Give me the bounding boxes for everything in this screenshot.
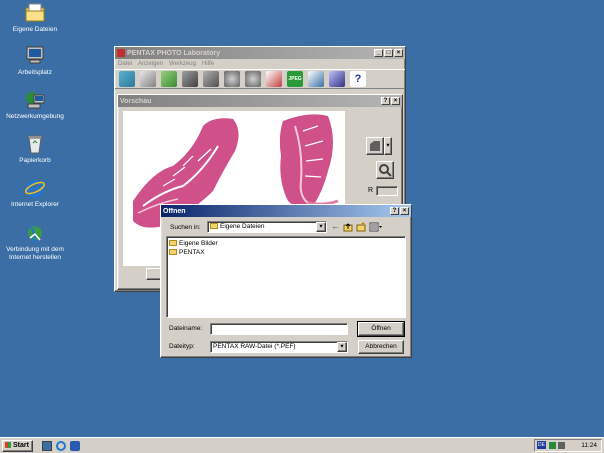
file-name: Eigene Bilder xyxy=(179,240,218,247)
file-list[interactable]: Eigene Bilder PENTAX xyxy=(166,236,406,318)
app-icon xyxy=(117,49,125,57)
dropdown-arrow-button[interactable]: ▾ xyxy=(384,137,392,155)
batch-icon[interactable] xyxy=(182,71,198,87)
up-folder-icon[interactable] xyxy=(343,222,353,232)
system-tray: DE 11:24 xyxy=(534,439,602,452)
jpeg-icon[interactable]: JPEG xyxy=(287,71,303,87)
print-icon[interactable] xyxy=(266,71,282,87)
minimize-button[interactable]: _ xyxy=(374,49,383,57)
desktop-icon-label: Internet Explorer xyxy=(10,201,60,208)
rotate-right-icon[interactable] xyxy=(245,71,261,87)
quick-launch-ie-icon[interactable] xyxy=(56,441,66,451)
look-in-combo[interactable]: Eigene Dateien ▾ xyxy=(207,221,327,233)
desktop-icon-label: Papierkorb xyxy=(19,157,51,164)
quick-launch-desktop-icon[interactable] xyxy=(42,441,52,451)
menu-anzeigen[interactable]: Anzeigen xyxy=(138,61,163,67)
open-button[interactable]: Öffnen xyxy=(357,321,405,337)
toolbar: JPEG ? xyxy=(115,69,405,89)
r-value-field[interactable] xyxy=(376,186,398,196)
preview-titlebar[interactable]: Vorschau ? × xyxy=(118,95,402,107)
preview-title: Vorschau xyxy=(120,97,152,105)
dialog-title: Öffnen xyxy=(163,207,186,215)
help-icon[interactable]: ? xyxy=(350,71,366,87)
tool-palette-button[interactable] xyxy=(366,137,384,155)
tray-icon[interactable] xyxy=(549,442,556,449)
filetype-label: Dateityp: xyxy=(169,343,195,350)
desktop-icon-netzwerkumgebung[interactable]: Netzwerkumgebung xyxy=(0,89,70,121)
start-label: Start xyxy=(12,442,29,449)
combo-arrow[interactable]: ▾ xyxy=(316,222,326,232)
look-in-value: Eigene Dateien xyxy=(220,223,265,230)
desktop-icon-label: Arbeitsplatz xyxy=(18,69,52,76)
help-button[interactable]: ? xyxy=(390,207,399,215)
filename-field[interactable] xyxy=(210,323,348,335)
recycle-bin-icon xyxy=(24,133,46,155)
help-button[interactable]: ? xyxy=(381,97,390,105)
desktop-icon-label: Eigene Dateien xyxy=(12,26,58,33)
maximize-button[interactable]: □ xyxy=(384,49,393,57)
close-button[interactable]: × xyxy=(391,97,400,105)
start-button[interactable]: Start xyxy=(2,440,33,452)
new-folder-icon[interactable] xyxy=(356,222,366,232)
r-label: R xyxy=(368,187,374,194)
folder-icon xyxy=(210,223,218,230)
desktop-icon-eigene-dateien[interactable]: Eigene Dateien xyxy=(0,2,70,34)
network-icon xyxy=(24,89,46,111)
my-computer-icon xyxy=(24,45,46,67)
windows-logo-icon xyxy=(5,442,11,449)
cancel-button[interactable]: Abbrechen xyxy=(358,340,404,354)
dialog-titlebar[interactable]: Öffnen ? × xyxy=(161,205,411,217)
view-menu-icon[interactable] xyxy=(369,222,383,232)
menu-hilfe[interactable]: Hilfe xyxy=(202,61,214,67)
pentax-titlebar[interactable]: PENTAX PHOTO Laboratory _ □ × xyxy=(115,47,405,59)
speaker-icon[interactable] xyxy=(558,442,565,449)
menubar: Datei Anzeigen Werkzeug Hilfe xyxy=(115,59,405,69)
desktop-icon-label: Netzwerkumgebung xyxy=(6,113,64,120)
filetype-value: PENTAX RAW-Datei (*.PEF) xyxy=(213,343,296,350)
filetype-combo[interactable]: PENTAX RAW-Datei (*.PEF) ▾ xyxy=(210,341,348,353)
pentax-title: PENTAX PHOTO Laboratory xyxy=(127,49,221,57)
close-button[interactable]: × xyxy=(394,49,403,57)
folder-documents-icon xyxy=(24,2,46,24)
internet-connection-icon xyxy=(24,222,46,244)
taskbar: Start DE 11:24 xyxy=(0,437,604,453)
shape-icon xyxy=(370,141,380,151)
filename-label: Dateiname: xyxy=(169,325,203,332)
open-folder-icon[interactable] xyxy=(119,71,135,87)
copy-icon[interactable] xyxy=(203,71,219,87)
folder-icon xyxy=(169,249,177,256)
clock: 11:24 xyxy=(581,442,597,449)
quick-launch-outlook-icon[interactable] xyxy=(70,441,80,451)
combo-arrow[interactable]: ▾ xyxy=(337,342,347,352)
browse-icon[interactable] xyxy=(161,71,177,87)
file-name: PENTAX xyxy=(179,249,205,256)
folder-icon xyxy=(169,240,177,247)
list-item[interactable]: PENTAX xyxy=(169,248,403,257)
rotate-left-icon[interactable] xyxy=(224,71,240,87)
desktop-icon-papierkorb[interactable]: Papierkorb xyxy=(0,133,70,165)
look-in-label: Suchen in: xyxy=(170,224,201,231)
desktop-icon-internet-explorer[interactable]: Internet Explorer xyxy=(0,177,70,209)
language-indicator[interactable]: DE xyxy=(537,441,546,449)
desktop-icon-internet-connection[interactable]: Verbindung mit dem Internet herstellen xyxy=(0,222,70,262)
menu-werkzeug[interactable]: Werkzeug xyxy=(169,61,196,67)
close-button[interactable]: × xyxy=(400,207,409,215)
save-icon[interactable] xyxy=(140,71,156,87)
back-icon[interactable]: ← xyxy=(331,221,341,233)
list-item[interactable]: Eigene Bilder xyxy=(169,239,403,248)
desktop-icon-label: Verbindung mit dem Internet herstellen xyxy=(6,246,64,261)
zoom-icon xyxy=(379,164,392,177)
desktop-icon-arbeitsplatz[interactable]: Arbeitsplatz xyxy=(0,45,70,77)
internet-explorer-icon xyxy=(24,177,46,199)
layout-icon[interactable] xyxy=(308,71,324,87)
settings-icon[interactable] xyxy=(329,71,345,87)
zoom-button[interactable] xyxy=(376,161,394,179)
menu-datei[interactable]: Datei xyxy=(118,61,132,67)
open-dialog: Öffnen ? × Suchen in: Eigene Dateien ▾ ←… xyxy=(160,204,412,358)
